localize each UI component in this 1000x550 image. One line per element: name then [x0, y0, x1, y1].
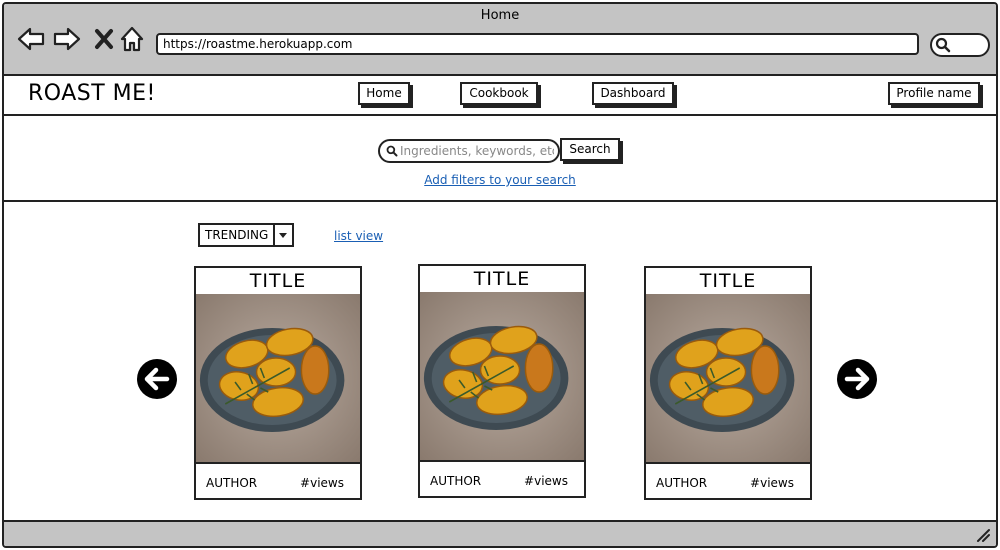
address-bar[interactable]: https://roastme.herokuapp.com: [156, 33, 919, 55]
close-icon[interactable]: [90, 24, 120, 54]
nav-cookbook-button[interactable]: Cookbook: [460, 82, 538, 105]
card-footer: AUTHOR #views: [646, 462, 810, 498]
card-author: AUTHOR: [656, 476, 708, 490]
arrow-right-circle-icon[interactable]: [836, 358, 878, 400]
recipe-card[interactable]: TITLE AUTHOR #views: [644, 266, 812, 500]
card-title: TITLE: [699, 270, 757, 292]
card-views: #views: [300, 476, 344, 490]
nav-home-button[interactable]: Home: [358, 82, 410, 105]
status-bar: [4, 520, 996, 546]
card-views: #views: [524, 474, 568, 488]
browser-window: Home https://roastme.herokuapp.com ROAST…: [2, 2, 998, 548]
card-image: [196, 294, 360, 462]
search-placeholder: Ingredients, keywords, etc: [400, 144, 554, 158]
search-input[interactable]: Ingredients, keywords, etc: [378, 139, 560, 163]
card-title: TITLE: [473, 268, 531, 290]
card-footer: AUTHOR #views: [196, 462, 360, 498]
add-filters-link[interactable]: Add filters to your search: [4, 173, 996, 187]
card-author: AUTHOR: [206, 476, 258, 490]
window-title: Home: [480, 8, 520, 23]
card-image: [646, 294, 810, 462]
sort-dropdown[interactable]: TRENDING: [198, 223, 294, 247]
card-image: [420, 292, 584, 460]
app-logo: ROAST ME!: [28, 81, 156, 106]
app-header: ROAST ME! Home Cookbook Dashboard Profil…: [4, 76, 996, 116]
card-author: AUTHOR: [430, 474, 482, 488]
back-arrow-icon[interactable]: [16, 24, 46, 54]
recipe-card[interactable]: TITLE AUTHOR #views: [418, 264, 586, 498]
search-icon: [935, 37, 951, 53]
recipe-card[interactable]: TITLE AUTHOR #views: [194, 266, 362, 500]
search-button[interactable]: Search: [560, 138, 620, 161]
resize-grip-icon[interactable]: [976, 528, 990, 542]
chevron-down-icon[interactable]: [273, 225, 292, 245]
search-section: Ingredients, keywords, etc Search Add fi…: [4, 116, 996, 202]
browser-chrome: Home https://roastme.herokuapp.com: [4, 4, 996, 76]
nav-dashboard-button[interactable]: Dashboard: [592, 82, 674, 105]
card-views: #views: [750, 476, 794, 490]
arrow-left-circle-icon[interactable]: [136, 358, 178, 400]
profile-button[interactable]: Profile name: [888, 82, 980, 105]
search-icon: [386, 145, 398, 157]
home-icon[interactable]: [118, 24, 148, 54]
browser-search-field[interactable]: [930, 33, 990, 57]
sort-selected-value: TRENDING: [205, 228, 269, 242]
forward-arrow-icon[interactable]: [52, 24, 82, 54]
list-view-link[interactable]: list view: [334, 229, 383, 243]
card-footer: AUTHOR #views: [420, 460, 584, 496]
card-title: TITLE: [249, 270, 307, 292]
